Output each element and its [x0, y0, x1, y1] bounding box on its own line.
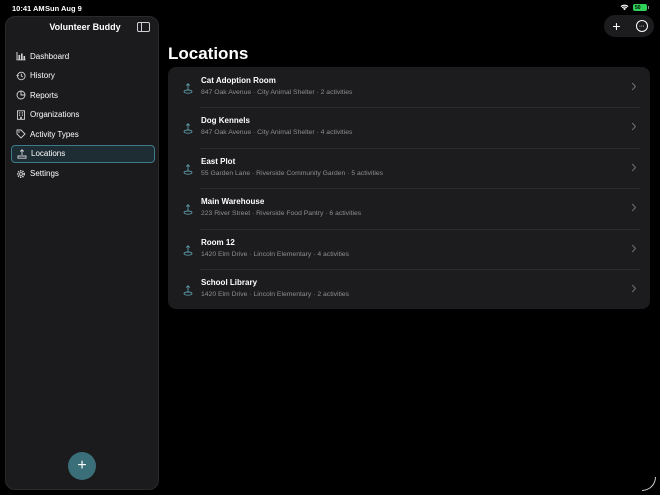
wifi-icon: [620, 4, 629, 11]
sidebar-header: Volunteer Buddy: [6, 17, 158, 39]
location-pin-icon: [183, 121, 193, 135]
sidebar-item-locations[interactable]: Locations: [11, 144, 155, 163]
more-button[interactable]: ···: [633, 17, 651, 35]
locations-list: Cat Adoption Room 847 Oak Avenue · City A…: [168, 67, 650, 309]
battery-icon: 50: [633, 4, 649, 11]
sidebar-item-dashboard[interactable]: Dashboard: [11, 47, 155, 65]
location-name: Cat Adoption Room: [201, 76, 276, 85]
tag-icon: [16, 129, 26, 140]
location-pin-icon: [183, 283, 193, 296]
list-item[interactable]: School Library 1420 Elm Drive · Lincoln E…: [168, 268, 650, 309]
toolbar: + ···: [604, 15, 654, 37]
sidebar-item-label: Settings: [30, 169, 59, 179]
sidebar-item-reports[interactable]: Reports: [11, 86, 155, 104]
sidebar-item-label: Activity Types: [30, 129, 79, 139]
page-title: Locations: [168, 44, 249, 63]
location-pin-icon: [183, 243, 193, 256]
sidebar-item-label: History: [30, 71, 55, 81]
chevron-right-icon: [631, 162, 637, 173]
list-item[interactable]: Dog Kennels 847 Oak Avenue · City Animal …: [168, 107, 650, 147]
building-icon: [16, 110, 26, 120]
chevron-right-icon: [631, 202, 637, 213]
location-detail: 55 Garden Lane · Riverside Community Gar…: [201, 169, 384, 177]
location-detail: 847 Oak Avenue · City Animal Shelter · 2…: [201, 89, 353, 96]
list-item-text: Room 12 1420 Elm Drive · Lincoln Elementa…: [201, 238, 349, 258]
chevron-right-icon: [631, 283, 637, 294]
list-item[interactable]: Main Warehouse 223 River Street · Riversi…: [168, 188, 650, 228]
status-indicators: 50: [620, 4, 649, 11]
ellipsis-circle-icon: ···: [635, 20, 648, 32]
location-detail: 1420 Elm Drive · Lincoln Elementary · 2 …: [201, 290, 350, 298]
location-detail: 1420 Elm Drive · Lincoln Elementary · 4 …: [201, 250, 350, 258]
status-time: 10:41 AM: [12, 4, 45, 13]
resize-handle-icon[interactable]: [642, 477, 656, 491]
list-item-text: East Plot 55 Garden Lane · Riverside Comm…: [201, 157, 383, 177]
sidebar-item-activity-types[interactable]: Activity Types: [11, 125, 155, 143]
location-name: Main Warehouse: [201, 197, 265, 207]
list-item-text: School Library 1420 Elm Drive · Lincoln E…: [201, 278, 349, 298]
plus-icon: +: [77, 457, 87, 474]
location-name: School Library: [201, 277, 258, 287]
list-item[interactable]: East Plot 55 Garden Lane · Riverside Comm…: [168, 147, 650, 188]
location-pin-icon: [183, 202, 193, 215]
sidebar-item-label: Organizations: [30, 110, 80, 120]
list-item-text: Cat Adoption Room 847 Oak Avenue · City A…: [201, 76, 352, 96]
location-pin-icon: [17, 149, 27, 159]
chevron-right-icon: [631, 81, 637, 92]
status-date: Sun Aug 9: [45, 4, 82, 13]
list-item-text: Main Warehouse 223 River Street · Riversi…: [201, 197, 361, 217]
sidebar-item-settings[interactable]: Settings: [11, 165, 155, 183]
sidebar-item-label: Locations: [31, 149, 66, 159]
list-item-text: Dog Kennels 847 Oak Avenue · City Animal …: [201, 116, 352, 136]
location-detail: 223 River Street · Riverside Food Pantry…: [201, 210, 362, 218]
sidebar-item-organizations[interactable]: Organizations: [11, 106, 155, 124]
list-item[interactable]: Room 12 1420 Elm Drive · Lincoln Elementa…: [168, 228, 650, 269]
location-pin-icon: [183, 81, 193, 94]
chevron-right-icon: [631, 243, 637, 254]
sidebar-item-label: Reports: [30, 90, 59, 100]
add-location-button[interactable]: +: [608, 17, 626, 35]
list-item[interactable]: Cat Adoption Room 847 Oak Avenue · City A…: [168, 67, 650, 107]
clock-history-icon: [16, 71, 26, 81]
location-name: East Plot: [201, 156, 236, 166]
status-bar: 10:41 AM Sun Aug 9 50: [0, 0, 660, 16]
sidebar: Volunteer Buddy Dashboard History Report…: [5, 16, 159, 490]
sidebar-item-label: Dashboard: [30, 51, 70, 61]
sidebar-item-history[interactable]: History: [11, 67, 155, 85]
location-name: Room 12: [201, 237, 235, 247]
location-pin-icon: [183, 162, 193, 175]
location-detail: 847 Oak Avenue · City Animal Shelter · 4…: [201, 129, 353, 137]
chevron-right-icon: [631, 121, 637, 132]
chart-bar-icon: [16, 51, 26, 61]
battery-level: 50: [635, 4, 641, 11]
plus-icon: +: [612, 18, 621, 34]
location-name: Dog Kennels: [201, 116, 250, 126]
gear-icon: [16, 169, 26, 179]
add-button[interactable]: +: [68, 452, 96, 480]
sidebar-toggle-icon[interactable]: [137, 22, 150, 32]
sidebar-nav: Dashboard History Reports Organizations …: [11, 47, 155, 184]
report-icon: [16, 90, 26, 100]
